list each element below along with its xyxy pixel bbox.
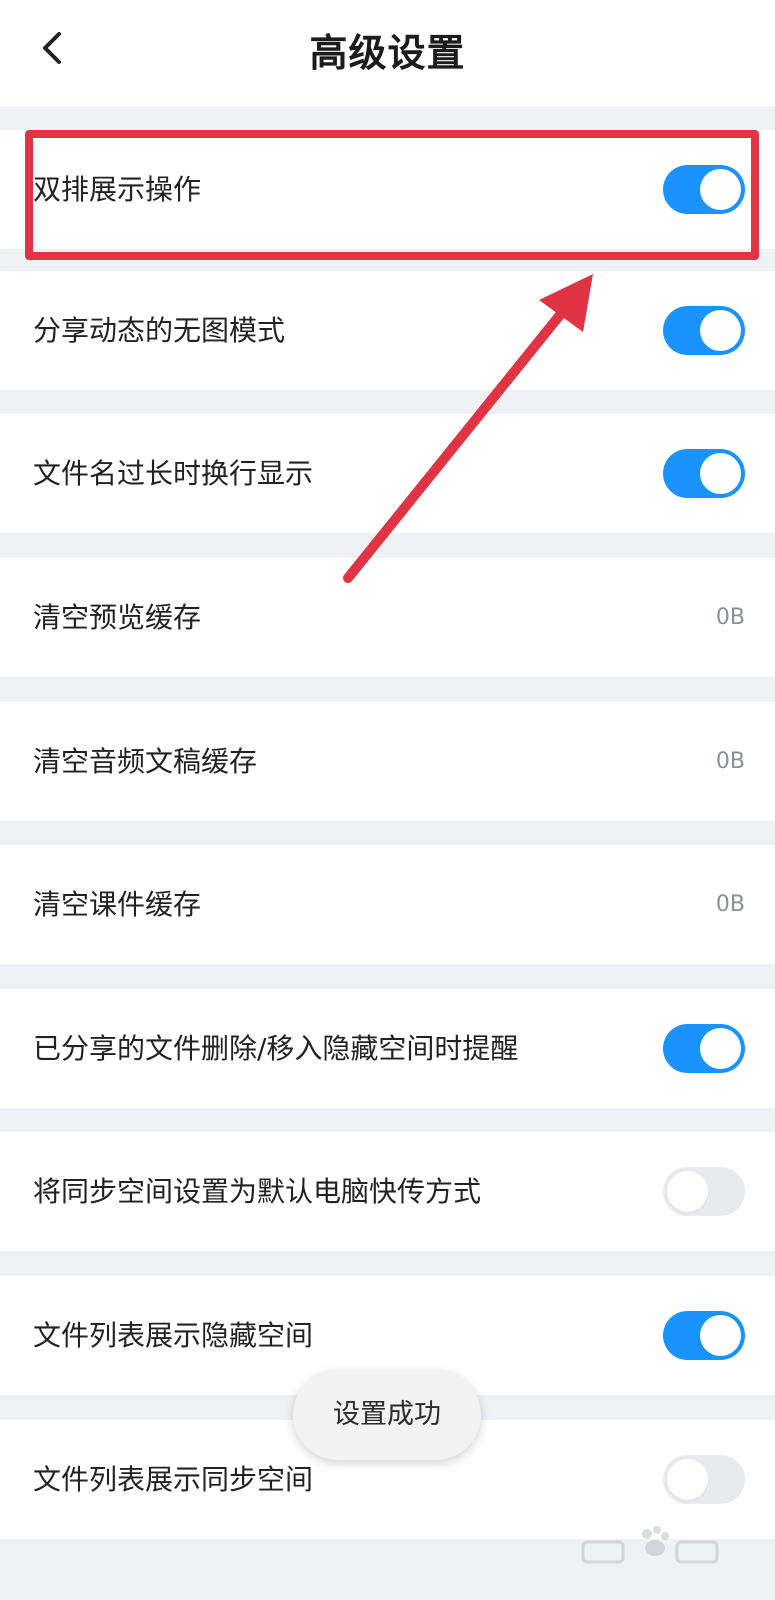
toggle-knob [667, 1171, 708, 1212]
cache-size: 0B [715, 892, 745, 917]
setting-label: 双排展示操作 [33, 173, 202, 206]
toggle-switch[interactable] [663, 1024, 745, 1073]
setting-label: 清空课件缓存 [33, 888, 202, 921]
toggle-switch[interactable] [663, 1167, 745, 1216]
setting-label: 文件列表展示同步空间 [33, 1463, 314, 1496]
toggle-switch[interactable] [663, 165, 745, 214]
success-toast: 设置成功 [293, 1370, 481, 1460]
setting-label: 分享动态的无图模式 [33, 314, 286, 347]
top-bar: 高级设置 [0, 0, 775, 106]
toggle-switch[interactable] [663, 1455, 745, 1504]
cache-size: 0B [715, 605, 745, 630]
setting-row-shared-file-delete-reminder[interactable]: 已分享的文件删除/移入隐藏空间时提醒 [0, 989, 775, 1108]
toggle-switch[interactable] [663, 449, 745, 498]
setting-row-clear-preview-cache[interactable]: 清空预览缓存 0B [0, 558, 775, 677]
toggle-knob [700, 1028, 741, 1069]
cache-size: 0B [715, 749, 745, 774]
toggle-knob [700, 169, 741, 210]
toggle-knob [667, 1459, 708, 1500]
setting-label: 文件列表展示隐藏空间 [33, 1319, 314, 1352]
setting-label: 将同步空间设置为默认电脑快传方式 [33, 1175, 482, 1208]
watermark-logo-icon [581, 1526, 719, 1564]
setting-row-clear-audio-cache[interactable]: 清空音频文稿缓存 0B [0, 702, 775, 821]
setting-label: 清空预览缓存 [33, 601, 202, 634]
setting-label: 清空音频文稿缓存 [33, 745, 258, 778]
setting-row-share-no-image-mode[interactable]: 分享动态的无图模式 [0, 271, 775, 390]
setting-row-double-row-actions[interactable]: 双排展示操作 [0, 130, 775, 249]
setting-label: 文件名过长时换行显示 [33, 457, 314, 490]
page-title: 高级设置 [309, 31, 466, 75]
setting-row-clear-courseware-cache[interactable]: 清空课件缓存 0B [0, 845, 775, 964]
setting-row-sync-space-default[interactable]: 将同步空间设置为默认电脑快传方式 [0, 1132, 775, 1251]
toggle-knob [700, 453, 741, 494]
toggle-knob [700, 310, 741, 351]
setting-label: 已分享的文件删除/移入隐藏空间时提醒 [33, 1032, 519, 1065]
toggle-switch[interactable] [663, 1311, 745, 1360]
toggle-knob [700, 1315, 741, 1356]
setting-row-filename-wrap[interactable]: 文件名过长时换行显示 [0, 414, 775, 533]
toggle-switch[interactable] [663, 306, 745, 355]
